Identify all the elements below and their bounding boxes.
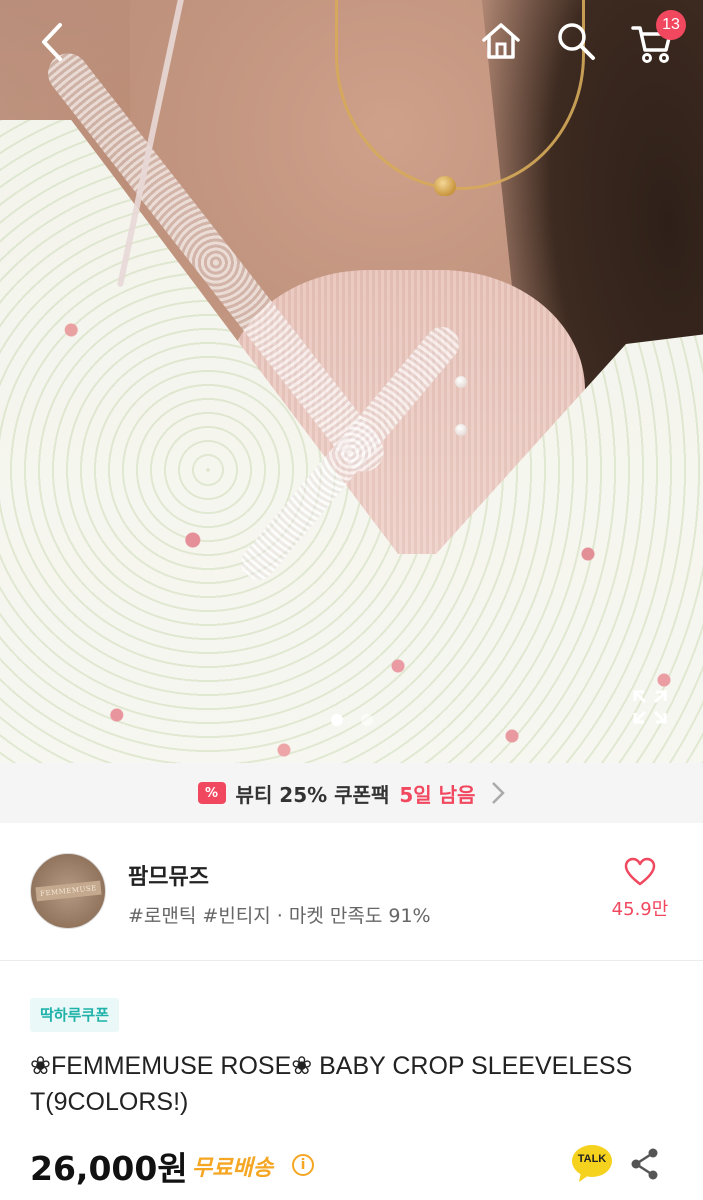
coupon-badge: 딱하루쿠폰: [30, 998, 120, 1032]
product-title: ❀FEMMEMUSE ROSE❀ BABY CROP SLEEVELESS T(…: [30, 1052, 633, 1116]
favorite-count: 45.9만: [611, 899, 669, 920]
top-navigation: 13: [0, 0, 703, 90]
pagination-dot[interactable]: [360, 714, 373, 726]
cart-button[interactable]: 13: [630, 10, 686, 64]
shop-name[interactable]: 팜므뮤즈: [128, 859, 209, 891]
share-icon: [631, 1148, 658, 1180]
photo-button: [455, 376, 467, 388]
chevron-right-icon: [492, 782, 506, 804]
heart-icon: [624, 857, 656, 886]
expand-button[interactable]: [633, 690, 667, 724]
search-button[interactable]: [555, 20, 597, 62]
gallery-pagination: [0, 714, 703, 726]
talk-label: TALK: [577, 1153, 607, 1165]
back-button[interactable]: [34, 20, 70, 64]
coupon-banner[interactable]: % 뷰티 25% 쿠폰팩 5일 남음: [0, 763, 703, 823]
search-icon: [558, 23, 595, 60]
favorite-button[interactable]: 45.9만: [604, 857, 676, 921]
free-shipping-label: 무료배송: [192, 1156, 273, 1181]
home-icon: [482, 23, 520, 59]
chevron-left-icon: [42, 23, 62, 61]
shop-tags: #로맨틱 #빈티지 · 마켓 만족도 91%: [128, 905, 431, 927]
share-button[interactable]: [630, 1148, 660, 1180]
info-icon[interactable]: i: [292, 1154, 314, 1176]
coupon-icon: %: [197, 782, 226, 804]
coupon-days-left: 5일 남음: [399, 782, 476, 807]
shop-avatar-label: FEMMEMUSE: [34, 880, 101, 902]
cart-count-badge: 13: [656, 10, 686, 40]
product-photo[interactable]: [0, 0, 703, 763]
coupon-text: 뷰티 25% 쿠폰팩: [235, 782, 390, 807]
product-price: 26,000원: [30, 1149, 188, 1188]
shop-avatar[interactable]: FEMMEMUSE: [30, 853, 106, 929]
shop-info[interactable]: FEMMEMUSE 팜므뮤즈 #로맨틱 #빈티지 · 마켓 만족도 91% 45…: [0, 823, 703, 961]
pagination-dot-active[interactable]: [330, 714, 343, 726]
home-button[interactable]: [480, 20, 522, 62]
talk-button[interactable]: TALK: [571, 1144, 613, 1184]
photo-button: [455, 424, 467, 436]
photo-pendant: [434, 176, 456, 196]
expand-icon: [633, 690, 667, 724]
